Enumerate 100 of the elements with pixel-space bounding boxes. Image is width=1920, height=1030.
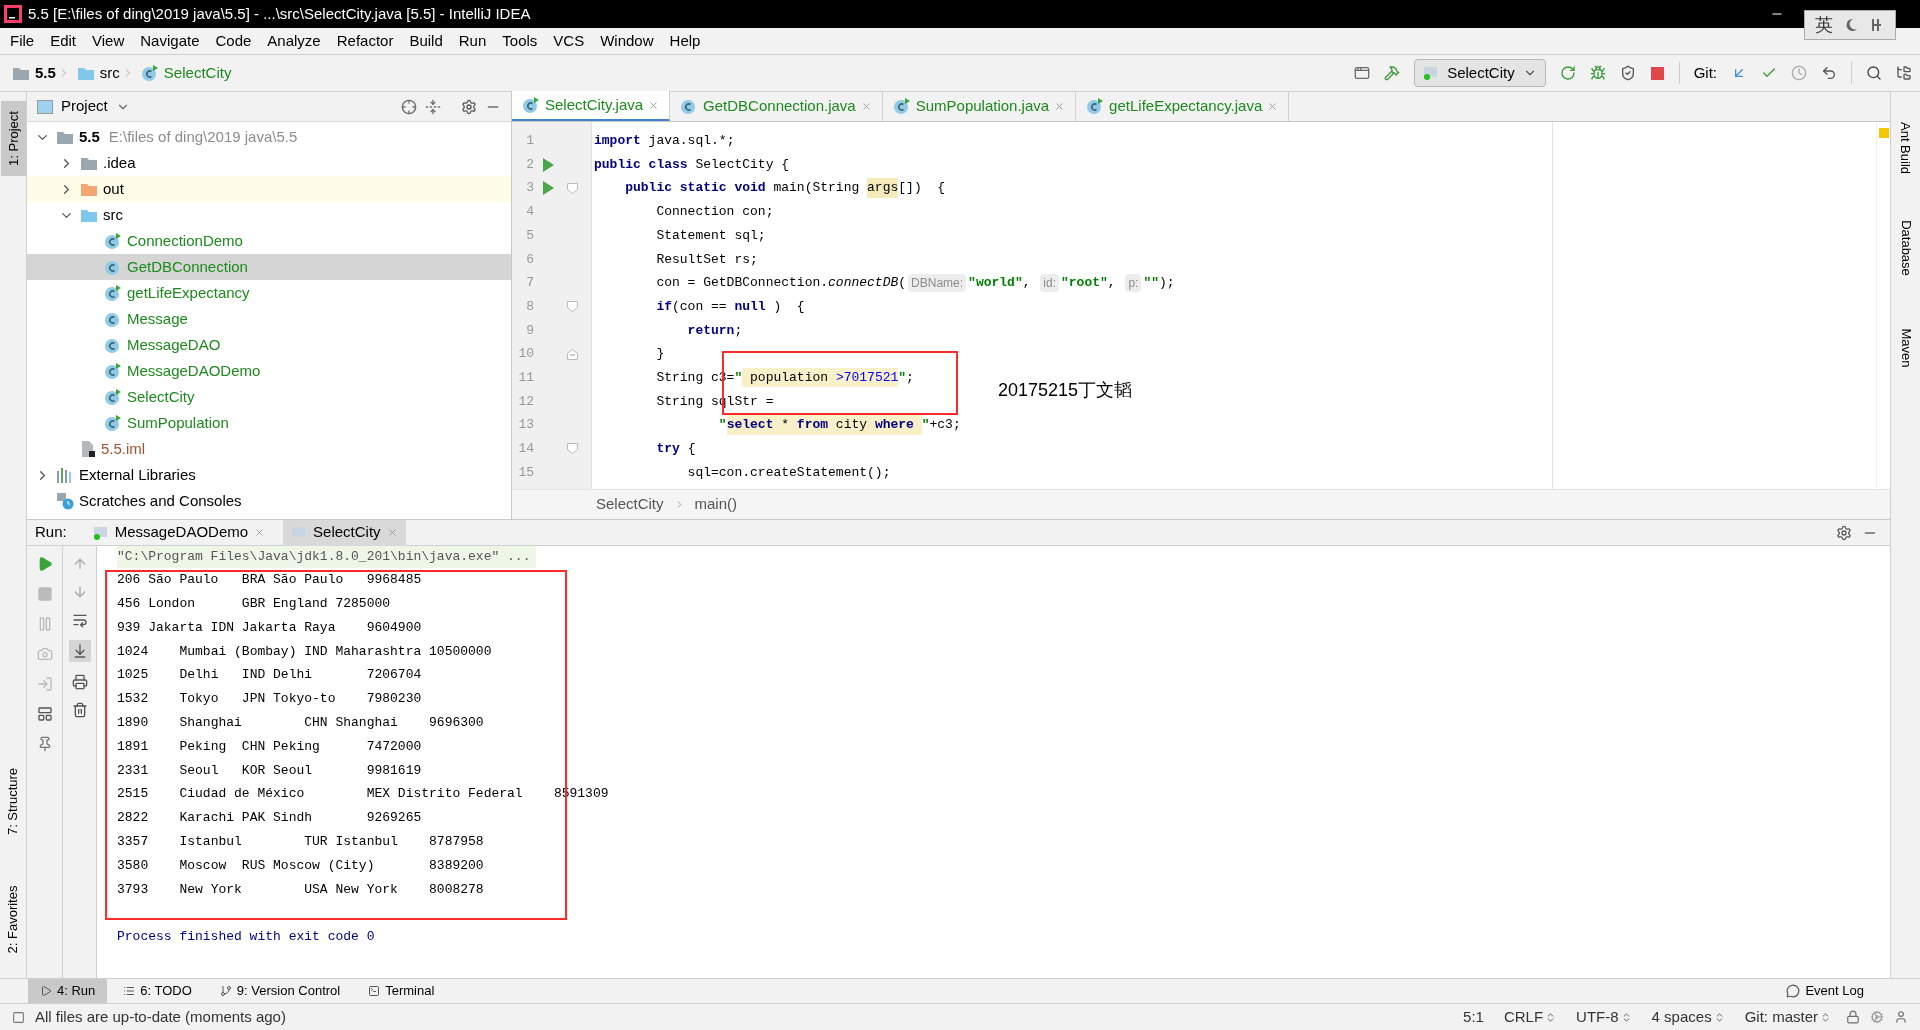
- event-log-button[interactable]: Event Log: [1778, 981, 1872, 1001]
- debug-icon[interactable]: [1589, 65, 1606, 81]
- project-structure-icon[interactable]: [1896, 65, 1912, 81]
- breadcrumb-item[interactable]: 5.5: [35, 61, 56, 85]
- undo-icon[interactable]: [1821, 65, 1837, 81]
- settings-icon[interactable]: [461, 98, 477, 115]
- tree-item[interactable]: Scratches and Consoles: [27, 488, 511, 514]
- soft-wrap-icon[interactable]: [71, 612, 88, 628]
- fold-icon[interactable]: [566, 443, 578, 455]
- menu-item[interactable]: File: [2, 29, 43, 53]
- close-icon[interactable]: [648, 99, 660, 111]
- console-line: 3793 New York USA New York 8008278: [117, 880, 484, 899]
- run-gutter-icon[interactable]: [542, 157, 554, 172]
- status-item[interactable]: 5:1: [1463, 1005, 1484, 1029]
- close-icon[interactable]: [1267, 100, 1279, 112]
- close-icon[interactable]: [254, 527, 266, 538]
- settings-icon[interactable]: [1836, 524, 1852, 541]
- tool-window-tab[interactable]: Maven: [1893, 322, 1918, 374]
- libraries-icon: [56, 467, 74, 483]
- breadcrumb-item[interactable]: main(): [694, 493, 738, 516]
- tool-window-tab[interactable]: Database: [1893, 214, 1918, 282]
- tree-item[interactable]: Message: [27, 306, 511, 332]
- trash-icon[interactable]: [71, 702, 88, 718]
- locate-icon[interactable]: [401, 98, 417, 115]
- breadcrumb-item[interactable]: src: [99, 61, 120, 85]
- close-icon[interactable]: [386, 527, 398, 538]
- fold-icon[interactable]: [566, 182, 578, 194]
- stop-icon[interactable]: [36, 586, 53, 602]
- editor-tab[interactable]: getLifeExpectancy.java: [1076, 91, 1290, 121]
- tool-window-tab[interactable]: 4: Run: [28, 978, 108, 1004]
- menu-item[interactable]: Tools: [494, 29, 546, 53]
- fold-icon[interactable]: [566, 301, 578, 313]
- tool-window-tab[interactable]: Ant Build: [1893, 116, 1918, 180]
- menu-item[interactable]: Edit: [42, 29, 85, 53]
- tree-item[interactable]: MessageDAODemo: [27, 358, 511, 384]
- restore-icon[interactable]: [36, 676, 53, 692]
- warning-marker[interactable]: [1878, 128, 1889, 138]
- editor-tab[interactable]: GetDBConnection.java: [670, 91, 883, 121]
- runnable-class-icon: [1086, 97, 1105, 115]
- tree-item[interactable]: 5.5.iml: [27, 436, 511, 462]
- tree-item[interactable]: SelectCity: [27, 384, 511, 410]
- close-icon[interactable]: [860, 100, 872, 112]
- status-item[interactable]: UTF-8: [1576, 1005, 1632, 1029]
- tree-item[interactable]: 5.5 E:\files of ding\2019 java\5.5: [27, 124, 511, 150]
- print-icon[interactable]: [71, 674, 88, 690]
- inspector-icon[interactable]: [1894, 1010, 1908, 1024]
- editor-tab[interactable]: SelectCity.java: [512, 91, 671, 121]
- breadcrumb-item[interactable]: SelectCity: [163, 61, 232, 85]
- panel-title[interactable]: Project: [61, 95, 108, 118]
- coverage-icon[interactable]: [1619, 65, 1636, 81]
- tool-window-tab[interactable]: 7: Structure: [0, 757, 26, 845]
- search-icon[interactable]: [1866, 65, 1882, 81]
- layout-icon[interactable]: [36, 706, 53, 722]
- menu-item[interactable]: Refactor: [328, 29, 402, 53]
- run-gutter-icon[interactable]: [542, 181, 554, 196]
- run-panel-label: Run:: [35, 522, 67, 543]
- menu-item[interactable]: Help: [661, 29, 709, 53]
- tree-item[interactable]: ConnectionDemo: [27, 228, 511, 254]
- rerun-icon[interactable]: [1559, 65, 1576, 81]
- panel-toggle-icon[interactable]: [12, 1010, 25, 1024]
- lock-icon[interactable]: [1846, 1010, 1860, 1024]
- branch-icon: [219, 985, 232, 997]
- build-icon[interactable]: [1384, 65, 1401, 81]
- tree-item[interactable]: .idea: [27, 150, 511, 176]
- close-icon[interactable]: [1054, 100, 1066, 112]
- tool-window-tab[interactable]: 6: TODO: [111, 978, 204, 1004]
- cog-icon[interactable]: [1870, 1010, 1884, 1024]
- menu-item[interactable]: Navigate: [132, 29, 208, 53]
- menu-item[interactable]: VCS: [545, 29, 593, 53]
- camera-icon[interactable]: [36, 646, 53, 662]
- fold-icon[interactable]: [566, 348, 578, 360]
- collapse-icon[interactable]: [425, 98, 441, 115]
- menu-item[interactable]: View: [84, 29, 133, 53]
- tree-item[interactable]: src: [27, 202, 511, 228]
- tree-item[interactable]: getLifeExpectancy: [27, 280, 511, 306]
- run-config-dropdown[interactable]: SelectCity: [1414, 59, 1546, 87]
- menu-item[interactable]: Run: [450, 29, 495, 53]
- breadcrumb-item[interactable]: SelectCity: [596, 493, 664, 516]
- input-mode-label[interactable]: 英: [1815, 11, 1833, 39]
- tree-item[interactable]: External Libraries: [27, 462, 511, 488]
- run-tab[interactable]: SelectCity: [283, 519, 406, 546]
- tool-window-tab[interactable]: Terminal: [356, 978, 447, 1004]
- tree-item[interactable]: SumPopulation: [27, 410, 511, 436]
- status-item[interactable]: 4 spaces: [1651, 1005, 1725, 1029]
- menu-item[interactable]: Window: [592, 29, 662, 53]
- status-item[interactable]: Git: master: [1744, 1005, 1831, 1029]
- menu-item[interactable]: Code: [207, 29, 260, 53]
- menu-item[interactable]: Analyze: [259, 29, 329, 53]
- tool-window-tab[interactable]: 2: Favorites: [0, 875, 26, 963]
- status-item[interactable]: CRLF: [1503, 1005, 1557, 1029]
- tool-window-tab[interactable]: 9: Version Control: [207, 978, 353, 1004]
- tool-window-tab[interactable]: 1: Project: [0, 100, 26, 176]
- run-tab[interactable]: MessageDAODemo: [84, 519, 274, 546]
- history-icon[interactable]: [1791, 65, 1807, 81]
- tree-item[interactable]: MessageDAO: [27, 332, 511, 358]
- tree-item[interactable]: out: [27, 176, 511, 202]
- window-icon[interactable]: [1354, 65, 1371, 81]
- stop-icon[interactable]: [1649, 65, 1665, 81]
- menu-item[interactable]: Build: [401, 29, 451, 53]
- editor-tab[interactable]: SumPopulation.java: [882, 91, 1077, 121]
